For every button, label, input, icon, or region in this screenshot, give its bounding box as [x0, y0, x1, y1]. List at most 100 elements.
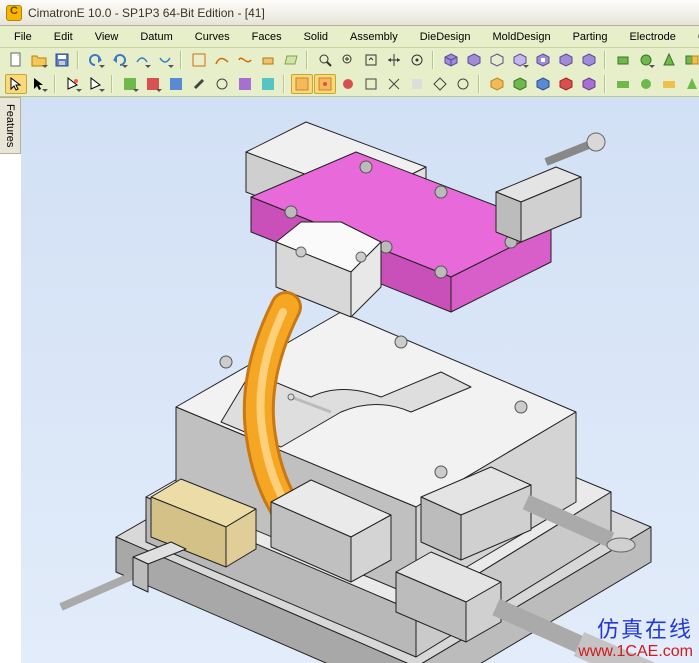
iso-box3-icon	[489, 52, 505, 68]
die3-button[interactable]	[658, 50, 680, 70]
menu-catalog[interactable]: Catalog	[688, 29, 699, 45]
render3-button[interactable]	[165, 74, 187, 94]
viewport-3d[interactable]	[21, 97, 699, 663]
tg-sketch	[186, 50, 310, 70]
cursor2-icon	[31, 76, 47, 92]
solid5-button[interactable]	[532, 50, 554, 70]
asm5-button[interactable]	[578, 74, 600, 94]
sel5-button[interactable]	[383, 74, 405, 94]
d3-button[interactable]	[658, 74, 680, 94]
filter1-button[interactable]	[62, 74, 84, 94]
asm1-icon	[489, 76, 505, 92]
d4-button[interactable]	[681, 74, 699, 94]
zoom-window-button[interactable]	[314, 50, 336, 70]
sel1-button[interactable]	[291, 74, 313, 94]
cursor2-button[interactable]	[28, 74, 50, 94]
sel6-button[interactable]	[406, 74, 428, 94]
render5-button[interactable]	[211, 74, 233, 94]
asm1-button[interactable]	[486, 74, 508, 94]
solid4-button[interactable]	[509, 50, 531, 70]
history-fwd-button[interactable]	[154, 50, 176, 70]
tg-die	[610, 50, 699, 70]
sel8-button[interactable]	[452, 74, 474, 94]
render2-button[interactable]	[142, 74, 164, 94]
zoom-fit-button[interactable]	[337, 50, 359, 70]
filter2-button[interactable]	[85, 74, 107, 94]
render4-button[interactable]	[188, 74, 210, 94]
menu-faces[interactable]: Faces	[242, 29, 292, 45]
arc-left-icon	[134, 52, 150, 68]
orbit-button[interactable]	[383, 50, 405, 70]
sel7-button[interactable]	[429, 74, 451, 94]
cursor-button[interactable]	[5, 74, 27, 94]
die2-button[interactable]	[635, 50, 657, 70]
watermark-url: www.1CAE.com	[578, 643, 693, 661]
asm3-icon	[535, 76, 551, 92]
redo-button[interactable]	[108, 50, 130, 70]
menu-assembly[interactable]: Assembly	[340, 29, 408, 45]
die1-button[interactable]	[612, 50, 634, 70]
asm3-button[interactable]	[532, 74, 554, 94]
die4-button[interactable]	[681, 50, 699, 70]
menu-view[interactable]: View	[85, 29, 129, 45]
solid7-button[interactable]	[578, 50, 600, 70]
window-title: CimatronE 10.0 - SP1P3 64-Bit Edition - …	[28, 6, 265, 20]
sel2-button[interactable]	[314, 74, 336, 94]
sketch-button[interactable]	[188, 50, 210, 70]
sel3-button[interactable]	[337, 74, 359, 94]
solid3-button[interactable]	[486, 50, 508, 70]
undo-button[interactable]	[85, 50, 107, 70]
menu-solid[interactable]: Solid	[294, 29, 338, 45]
new-doc-button[interactable]	[5, 50, 27, 70]
tg-select	[289, 74, 482, 94]
render6-button[interactable]	[234, 74, 256, 94]
sel4-button[interactable]	[360, 74, 382, 94]
watermark: 仿真在线 www.1CAE.com	[578, 617, 693, 661]
menu-parting[interactable]: Parting	[563, 29, 618, 45]
d3-icon	[661, 76, 677, 92]
side-tab[interactable]: Features	[0, 97, 21, 154]
solid6-button[interactable]	[555, 50, 577, 70]
spline-icon	[237, 52, 253, 68]
render1-button[interactable]	[119, 74, 141, 94]
zoom-extents-icon	[363, 52, 379, 68]
menu-electrode[interactable]: Electrode	[619, 29, 685, 45]
solid1-button[interactable]	[440, 50, 462, 70]
toolbars	[0, 48, 699, 97]
curve-button[interactable]	[211, 50, 233, 70]
tg-cursor	[3, 74, 58, 94]
sel6-icon	[409, 76, 425, 92]
iso-box5-icon	[535, 52, 551, 68]
menu-diedesign[interactable]: DieDesign	[410, 29, 481, 45]
sel3-icon	[340, 76, 356, 92]
iso-box7-icon	[581, 52, 597, 68]
d1-button[interactable]	[612, 74, 634, 94]
asm4-button[interactable]	[555, 74, 577, 94]
history-back-button[interactable]	[131, 50, 153, 70]
green-tool1-icon	[615, 52, 631, 68]
solid2-button[interactable]	[463, 50, 485, 70]
d2-button[interactable]	[635, 74, 657, 94]
region-icon	[260, 52, 276, 68]
asm2-button[interactable]	[509, 74, 531, 94]
toolbar-row-2	[0, 72, 699, 96]
tg-undo	[83, 50, 184, 70]
pan-button[interactable]	[406, 50, 428, 70]
redo-icon	[111, 52, 127, 68]
menu-edit[interactable]: Edit	[44, 29, 83, 45]
green-tool2-icon	[638, 52, 654, 68]
region-button[interactable]	[257, 50, 279, 70]
menu-curves[interactable]: Curves	[185, 29, 240, 45]
iso-box-icon	[443, 52, 459, 68]
plane-button[interactable]	[280, 50, 302, 70]
menu-datum[interactable]: Datum	[130, 29, 182, 45]
spline-button[interactable]	[234, 50, 256, 70]
open-button[interactable]	[28, 50, 50, 70]
menu-file[interactable]: File	[4, 29, 42, 45]
render7-button[interactable]	[257, 74, 279, 94]
menu-molddesign[interactable]: MoldDesign	[482, 29, 560, 45]
zoom-extents-button[interactable]	[360, 50, 382, 70]
asm2-icon	[512, 76, 528, 92]
menubar: File Edit View Datum Curves Faces Solid …	[0, 26, 699, 48]
save-button[interactable]	[51, 50, 73, 70]
